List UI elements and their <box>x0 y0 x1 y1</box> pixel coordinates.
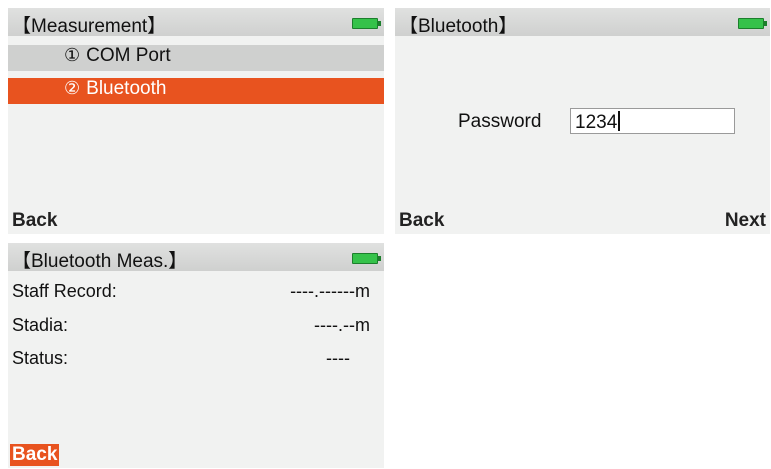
status-label: Status: <box>12 348 69 368</box>
measurement-title: 【Measurement】 <box>12 16 167 37</box>
back-softkey[interactable]: Back <box>12 210 57 232</box>
battery-icon <box>352 18 381 29</box>
staff-record-value: ----.------m <box>290 281 370 301</box>
password-label: Password <box>458 111 542 132</box>
battery-icon <box>352 253 381 264</box>
number-one-icon: ① <box>64 45 81 65</box>
bluetooth-meas-title: 【Bluetooth Meas.】 <box>12 251 188 272</box>
text-cursor <box>618 111 621 131</box>
menu-item-com-port[interactable]: ① COM Port <box>8 45 384 71</box>
bluetooth-meas-titlebar: 【Bluetooth Meas.】 <box>8 243 384 272</box>
measurement-titlebar: 【Measurement】 <box>8 8 384 37</box>
status-value: ---- <box>326 348 350 368</box>
password-value: 1234 <box>575 112 618 133</box>
stadia-label: Stadia: <box>12 315 69 335</box>
stadia-value: ----.--m <box>314 315 370 335</box>
menu-item-label: Bluetooth <box>86 78 167 99</box>
bluetooth-screen: 【Bluetooth】 Password 1234 Back Next <box>395 8 770 234</box>
number-two-icon: ② <box>64 78 81 98</box>
bluetooth-titlebar: 【Bluetooth】 <box>395 8 770 37</box>
menu-item-bluetooth[interactable]: ② Bluetooth <box>8 78 384 104</box>
bluetooth-meas-screen: 【Bluetooth Meas.】 Staff Record: ----.---… <box>8 243 384 468</box>
password-input[interactable]: 1234 <box>570 108 735 134</box>
next-softkey[interactable]: Next <box>725 210 766 232</box>
staff-record-label: Staff Record: <box>12 281 117 301</box>
battery-icon <box>738 18 767 29</box>
measurement-screen: 【Measurement】 ① COM Port ② Bluetooth Back <box>8 8 384 234</box>
bluetooth-title: 【Bluetooth】 <box>399 16 518 37</box>
back-softkey[interactable]: Back <box>10 444 60 466</box>
back-softkey[interactable]: Back <box>399 210 444 232</box>
menu-item-label: COM Port <box>86 45 171 66</box>
